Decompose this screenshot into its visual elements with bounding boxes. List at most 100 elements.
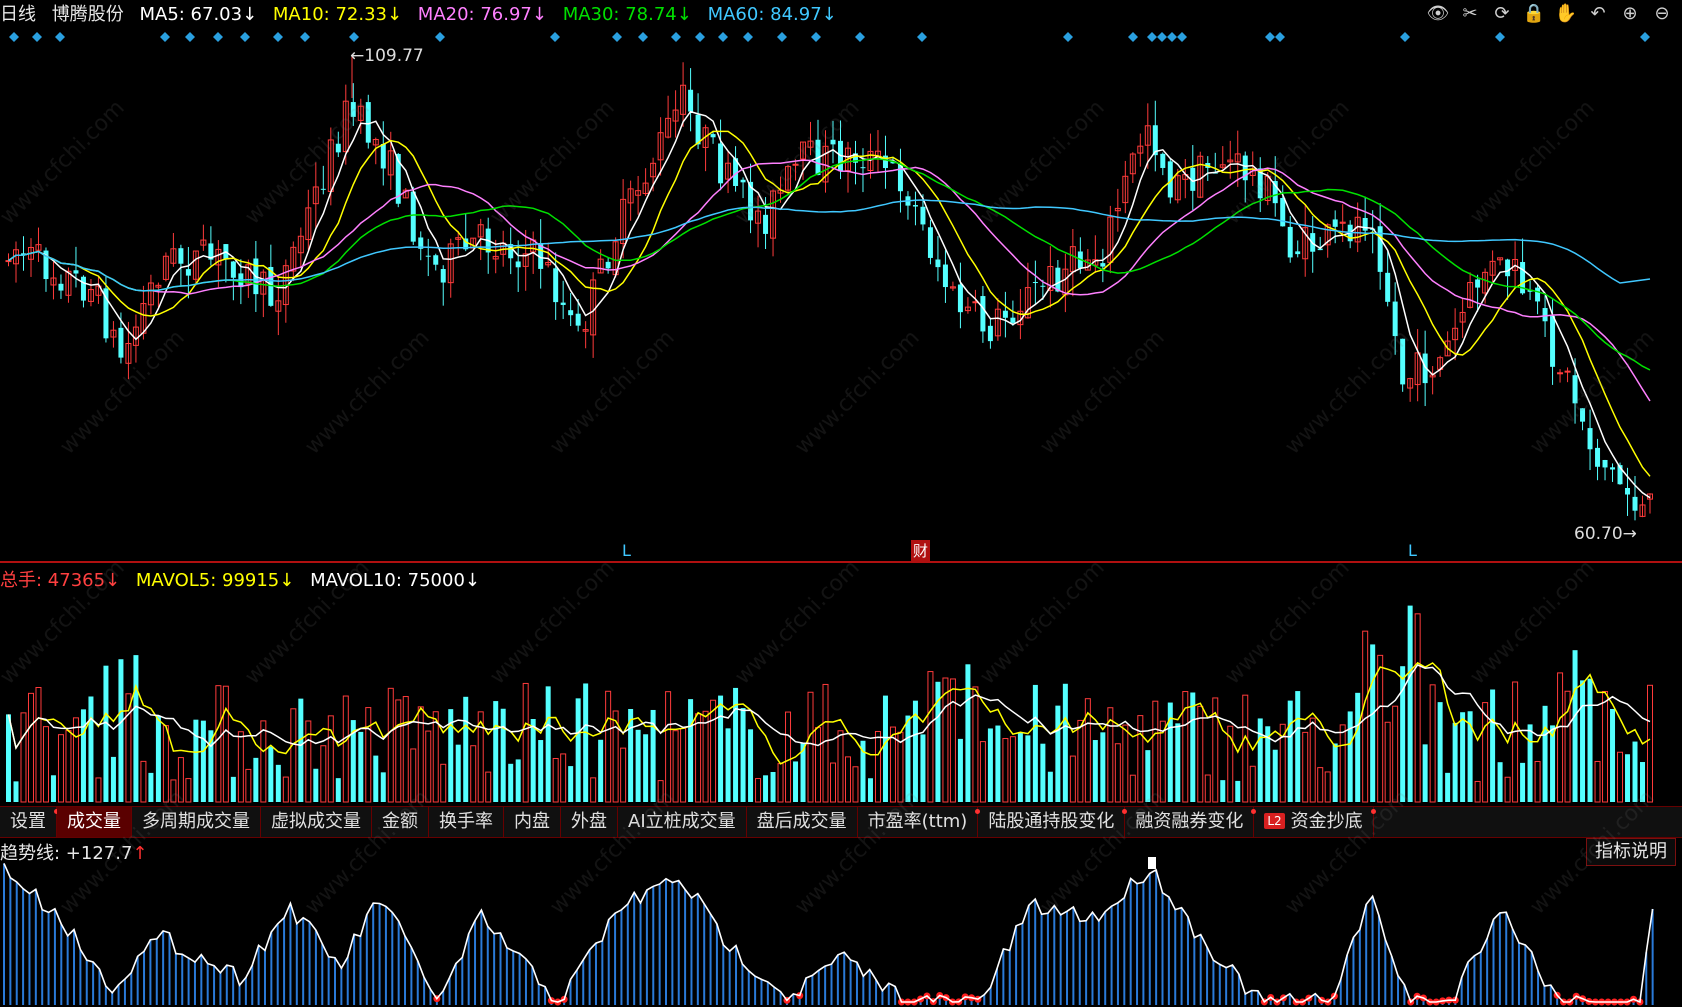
volume-bar-up	[402, 696, 409, 803]
volume-bar-up	[1647, 684, 1654, 803]
volume-bar-down	[1100, 732, 1106, 802]
tab-11[interactable]: 陆股通持股变化	[978, 807, 1128, 837]
tab-6[interactable]: 内盘	[504, 807, 561, 837]
tab-label: 盘后成交量	[756, 811, 847, 832]
volume-bar-down	[920, 734, 926, 802]
volume-bar-up	[755, 778, 762, 803]
volume-bar-up	[680, 727, 687, 803]
volume-bar-down	[500, 708, 506, 802]
price-chart[interactable]	[0, 28, 1682, 558]
volume-bar-down	[1295, 691, 1301, 802]
signal-diamond	[1128, 32, 1138, 42]
candle-body-down	[230, 261, 236, 278]
volume-bars	[6, 605, 1654, 803]
low-price-label: 60.70→	[1574, 524, 1637, 544]
candle-body-down	[860, 167, 866, 169]
tab-10[interactable]: 市盈率(ttm)	[858, 807, 981, 837]
volume-bar-down	[1422, 744, 1428, 802]
volume-bar-down	[463, 696, 469, 802]
tab-9[interactable]: 盘后成交量	[747, 807, 858, 837]
tab-4[interactable]: 金额	[372, 807, 429, 837]
period-label[interactable]: 日线	[0, 4, 36, 25]
volume-bar-up	[1512, 681, 1519, 803]
volume-bar-up	[1429, 684, 1436, 803]
tab-5[interactable]: 换手率	[429, 807, 504, 837]
volume-chart[interactable]	[0, 592, 1682, 804]
tab-label: 陆股通持股变化	[988, 811, 1115, 832]
tab-8[interactable]: AI立桩成交量	[618, 807, 747, 837]
ma10-line	[8, 130, 1651, 477]
volume-bar-down	[718, 695, 724, 802]
marker-l-1[interactable]: L	[622, 541, 631, 560]
lock-icon[interactable]: 🔒	[1522, 2, 1546, 26]
volume-bar-up	[1152, 700, 1159, 803]
signal-diamond	[55, 32, 65, 42]
volume-bar-down	[1220, 780, 1226, 802]
marker-finance[interactable]: 财	[911, 540, 931, 561]
candle-body-down	[1595, 447, 1601, 467]
tab-7[interactable]: 外盘	[561, 807, 618, 837]
volume-bar-down	[1407, 605, 1413, 802]
candle-body-down	[1385, 272, 1391, 302]
zoom-in-icon[interactable]: ⊕	[1618, 2, 1642, 26]
volume-bar-down	[253, 757, 259, 802]
volume-bar-down	[493, 701, 499, 802]
volume-bar-up	[1339, 724, 1346, 803]
signal-diamonds	[9, 32, 1650, 42]
signal-diamond	[1265, 32, 1275, 42]
candle-body-down	[425, 255, 431, 257]
volume-bar-down	[268, 746, 274, 802]
volume-bar-up	[1129, 774, 1136, 803]
candle-body-down	[1287, 226, 1293, 258]
volume-bar-down	[1092, 740, 1098, 802]
volume-bar-down	[568, 766, 574, 802]
tab-12[interactable]: 融资融券变化	[1125, 807, 1257, 837]
volume-bar-up	[1557, 672, 1564, 803]
volume-bar-up	[590, 777, 597, 803]
tab-1[interactable]: 成交量	[57, 807, 132, 837]
volume-bar-down	[995, 725, 1001, 802]
signal-diamond	[435, 32, 445, 42]
volume-bar-down	[793, 761, 799, 802]
volume-bar-down	[133, 655, 139, 802]
candle-body-down	[1362, 217, 1368, 231]
zoom-out-icon[interactable]: ⊖	[1650, 2, 1674, 26]
volume-bar-up	[162, 725, 169, 803]
candle-body-down	[1392, 301, 1398, 337]
candle-body-down	[553, 268, 559, 303]
volume-bar-up	[237, 731, 244, 803]
signal-diamond	[1157, 32, 1167, 42]
hand-icon[interactable]: ✋	[1554, 2, 1578, 26]
replay-icon[interactable]: ⟳	[1490, 2, 1514, 26]
tab-13[interactable]: L2 资金抄底	[1254, 807, 1376, 837]
volume-bar-up	[35, 687, 42, 803]
tab-2[interactable]: 多周期成交量	[132, 807, 261, 837]
volume-bar-down	[1145, 750, 1151, 802]
tab-0[interactable]: 设置	[0, 807, 59, 837]
candle-body-down	[118, 327, 124, 358]
trend-indicator-chart[interactable]	[0, 857, 1682, 1007]
signal-diamond	[612, 32, 622, 42]
volume-bar-down	[1235, 780, 1241, 802]
volume-bar-down	[103, 665, 109, 802]
volume-bar-up	[1414, 613, 1421, 803]
scissors-icon[interactable]: ✂	[1458, 2, 1482, 26]
volume-bar-down	[1452, 722, 1458, 802]
eye-icon[interactable]: 👁	[1426, 2, 1450, 26]
tab-label: 成交量	[67, 811, 121, 832]
candle-body-down	[1040, 285, 1046, 287]
signal-diamond	[349, 32, 359, 42]
candle-body-down	[1610, 467, 1616, 470]
volume-bar-up	[1324, 771, 1331, 803]
candle-body-down	[1632, 496, 1638, 511]
volume-bar-up	[245, 768, 252, 803]
stock-name: 博腾股份	[51, 4, 124, 25]
tab-label: 融资融券变化	[1135, 811, 1244, 832]
marker-l-2[interactable]: L	[1408, 541, 1417, 560]
volume-bar-down	[530, 719, 536, 802]
candle-body-down	[380, 144, 386, 169]
volume-bar-down	[688, 699, 694, 802]
undo-icon[interactable]: ↶	[1586, 2, 1610, 26]
notification-dot	[1370, 809, 1376, 814]
tab-3[interactable]: 虚拟成交量	[261, 807, 372, 837]
